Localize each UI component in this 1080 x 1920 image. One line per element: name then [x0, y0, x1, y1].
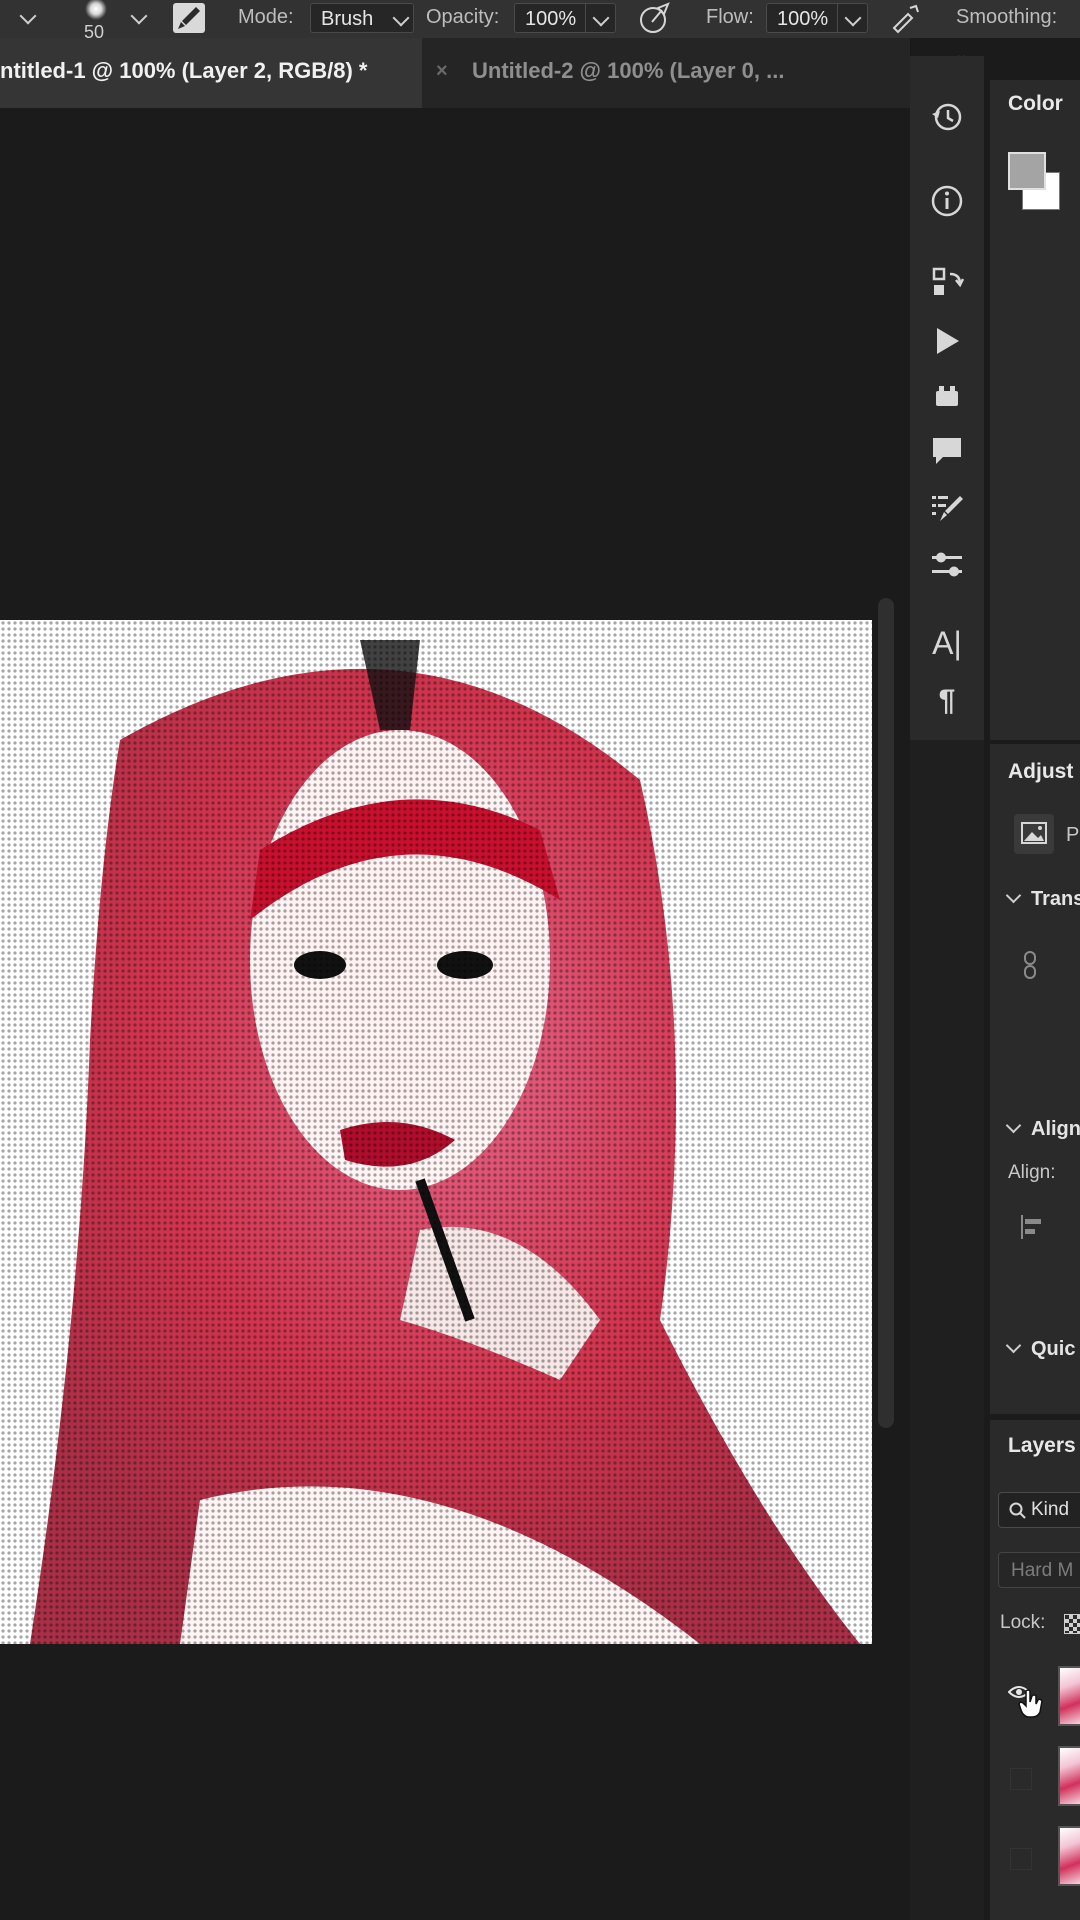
chevron-down-icon — [592, 9, 610, 27]
foreground-color-swatch[interactable] — [1008, 152, 1046, 190]
lock-transparent-pixels-icon[interactable] — [1064, 1614, 1080, 1634]
airbrush-icon[interactable] — [888, 2, 922, 36]
chevron-down-icon — [844, 9, 862, 27]
mode-select[interactable]: Brush — [310, 3, 414, 33]
pressure-opacity-icon[interactable] — [638, 2, 672, 36]
panel-icon-strip-empty — [910, 740, 984, 1920]
layer-filter-kind: Kind — [1031, 1499, 1070, 1520]
plugin-icon[interactable] — [930, 380, 964, 414]
vertical-scrollbar-thumb[interactable] — [878, 598, 894, 1428]
play-icon[interactable] — [930, 324, 964, 358]
transform-section[interactable]: Trans — [1005, 887, 1080, 911]
chevron-down-icon — [1005, 887, 1022, 904]
quick-actions-section-label: Quic — [1031, 1338, 1076, 1360]
history-icon[interactable] — [930, 100, 964, 134]
layer-thumbnail — [1058, 1826, 1080, 1886]
character-icon[interactable]: A| — [930, 626, 964, 660]
info-icon[interactable] — [930, 184, 964, 218]
search-icon — [1009, 1502, 1026, 1519]
adjustments-panel-title: Adjust — [1008, 760, 1074, 783]
halftone-portrait-image — [0, 620, 872, 1644]
brush-settings-toggle-icon[interactable] — [172, 2, 206, 34]
opacity-field[interactable]: 100% — [514, 3, 616, 33]
adjustments-panel: Adjust P Trans Align Align: Quic — [990, 744, 1080, 1414]
link-icon[interactable] — [1020, 950, 1042, 980]
flow-field[interactable]: 100% — [766, 3, 868, 33]
layer-row[interactable] — [990, 1740, 1080, 1816]
tool-preset-chevron-icon[interactable] — [19, 7, 37, 25]
mode-label: Mode: — [238, 6, 294, 28]
swap-icon[interactable] — [930, 266, 964, 300]
mode-value: Brush — [321, 8, 374, 30]
color-panel-title: Color — [1008, 92, 1063, 115]
tab-label: ntitled-1 @ 100% (Layer 2, RGB/8) * — [0, 58, 368, 83]
layer-row[interactable] — [990, 1820, 1080, 1896]
close-icon[interactable]: × — [436, 38, 448, 104]
flow-label: Flow: — [706, 6, 754, 28]
visibility-toggle[interactable] — [1010, 1848, 1032, 1870]
tab-label: Untitled-2 @ 100% (Layer 0, ... — [472, 58, 785, 83]
layer-thumbnail — [1058, 1666, 1080, 1726]
brush-picker-chevron-icon[interactable] — [130, 7, 148, 25]
panel-icon-strip: A| ¶ — [910, 56, 984, 740]
image-icon — [1021, 822, 1047, 844]
chevron-down-icon — [392, 9, 410, 27]
align-section-label: Align — [1031, 1118, 1080, 1140]
smoothing-label: Smoothing: — [956, 6, 1058, 28]
brush-settings-icon[interactable] — [930, 492, 964, 526]
color-panel: Color — [990, 80, 1080, 740]
blend-mode-value: Hard M — [1011, 1560, 1074, 1581]
align-label: Align: — [1008, 1162, 1056, 1183]
chevron-down-icon — [1005, 1117, 1022, 1134]
opacity-label: Opacity: — [426, 6, 500, 28]
align-left-icon[interactable] — [1020, 1214, 1044, 1240]
transform-section-label: Trans — [1031, 888, 1080, 910]
divider — [585, 4, 586, 32]
brush-preview-icon[interactable] — [85, 0, 107, 20]
document-canvas[interactable] — [0, 620, 872, 1644]
lock-label: Lock: — [1000, 1612, 1046, 1633]
options-bar: 50 Mode: Brush Opacity: 100% Flow: 100% … — [0, 0, 1080, 42]
divider — [837, 4, 838, 32]
align-section[interactable]: Align — [1005, 1117, 1080, 1141]
adjust-item[interactable] — [1014, 814, 1054, 854]
adjust-icon[interactable] — [930, 548, 964, 582]
layer-row[interactable] — [990, 1660, 1080, 1736]
adjust-item-label: P — [1066, 824, 1080, 846]
document-tabs: ntitled-1 @ 100% (Layer 2, RGB/8) * × Un… — [0, 38, 910, 108]
opacity-value: 100% — [525, 8, 577, 30]
hand-cursor-icon — [1018, 1689, 1043, 1718]
layers-panel-title: Layers — [1008, 1434, 1076, 1457]
layers-panel: Layers Kind Hard M Lock: — [990, 1420, 1080, 1920]
layer-filter-search[interactable]: Kind — [998, 1492, 1080, 1528]
tab-untitled-1[interactable]: ntitled-1 @ 100% (Layer 2, RGB/8) * — [0, 38, 422, 108]
paragraph-icon[interactable]: ¶ — [930, 684, 964, 718]
blend-mode-select[interactable]: Hard M — [998, 1552, 1080, 1588]
flow-value: 100% — [777, 8, 829, 30]
chevron-down-icon — [1005, 1337, 1022, 1354]
comment-icon[interactable] — [930, 434, 964, 468]
quick-actions-section[interactable]: Quic — [1005, 1337, 1076, 1361]
layer-thumbnail — [1058, 1746, 1080, 1806]
tab-untitled-2[interactable]: × Untitled-2 @ 100% (Layer 0, ... — [422, 38, 910, 108]
visibility-toggle[interactable] — [1010, 1768, 1032, 1790]
